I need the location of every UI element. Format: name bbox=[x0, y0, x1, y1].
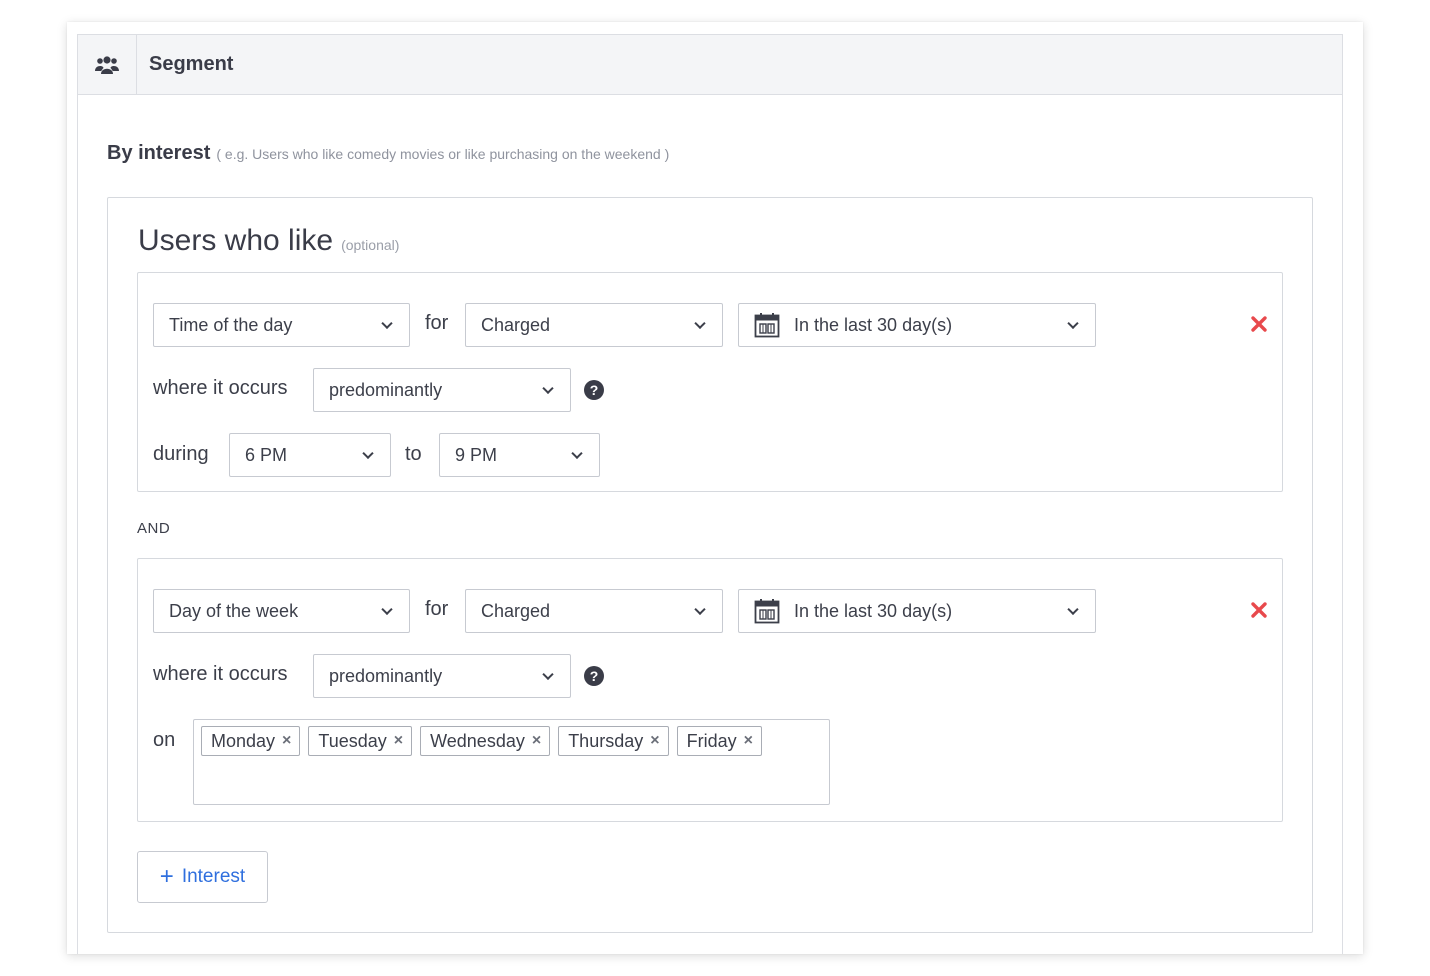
for-label: for bbox=[425, 598, 449, 620]
remove-rule-icon[interactable] bbox=[1250, 315, 1268, 333]
by-interest-label: By interest ( e.g. Users who like comedy… bbox=[107, 142, 669, 165]
during-label: during bbox=[153, 443, 209, 465]
for-label: for bbox=[425, 312, 449, 334]
occurrence-value: predominantly bbox=[329, 665, 443, 686]
date-range-select[interactable]: In the last 30 day(s) bbox=[738, 303, 1096, 347]
day-tag-label: Monday bbox=[211, 730, 276, 751]
date-range-value: In the last 30 day(s) bbox=[794, 314, 953, 335]
panel-title: Segment bbox=[149, 53, 234, 75]
and-label: AND bbox=[137, 520, 171, 537]
day-tag: Tuesday × bbox=[308, 726, 413, 756]
day-tag-label: Thursday bbox=[568, 730, 644, 751]
calendar-icon bbox=[754, 598, 780, 624]
interest-rule-1: Time of the day for Charged In the last … bbox=[137, 272, 1283, 492]
day-tag-label: Wednesday bbox=[430, 730, 525, 751]
users-who-like-text: Users who like bbox=[138, 224, 334, 257]
chevron-down-icon bbox=[694, 603, 706, 616]
remove-tag-icon[interactable]: × bbox=[532, 732, 541, 750]
time-from-value: 6 PM bbox=[245, 444, 288, 465]
day-tags: Monday × Tuesday × Wednesday × Thursday … bbox=[201, 726, 822, 756]
plus-icon: + bbox=[159, 863, 174, 890]
event-select[interactable]: Charged bbox=[465, 589, 723, 633]
attribute-value: Day of the week bbox=[169, 600, 299, 621]
occurrence-select[interactable]: predominantly bbox=[313, 654, 571, 698]
segment-card: Segment By interest ( e.g. Users who lik… bbox=[67, 22, 1363, 954]
users-who-like-title: Users who like (optional) bbox=[138, 224, 399, 258]
panel-header: Segment bbox=[78, 35, 1342, 95]
chevron-down-icon bbox=[542, 668, 554, 681]
date-range-value: In the last 30 day(s) bbox=[794, 600, 953, 621]
days-multiselect[interactable]: Monday × Tuesday × Wednesday × Thursday … bbox=[193, 719, 830, 805]
day-tag-label: Tuesday bbox=[318, 730, 387, 751]
where-occurs-label: where it occurs bbox=[153, 663, 288, 685]
chevron-down-icon bbox=[381, 603, 393, 616]
users-icon bbox=[95, 55, 119, 74]
day-tag: Friday × bbox=[676, 726, 762, 756]
chevron-down-icon bbox=[542, 382, 554, 395]
day-tag: Wednesday × bbox=[420, 726, 551, 756]
remove-tag-icon[interactable]: × bbox=[282, 732, 291, 750]
time-to-value: 9 PM bbox=[455, 444, 498, 465]
help-icon[interactable]: ? bbox=[584, 666, 604, 686]
day-tag: Monday × bbox=[201, 726, 301, 756]
event-value: Charged bbox=[481, 600, 551, 621]
occurrence-value: predominantly bbox=[329, 379, 443, 400]
event-select[interactable]: Charged bbox=[465, 303, 723, 347]
by-interest-title: By interest bbox=[107, 142, 211, 164]
chevron-down-icon bbox=[694, 317, 706, 330]
chevron-down-icon bbox=[1067, 603, 1079, 616]
add-interest-button[interactable]: + Interest bbox=[137, 851, 268, 903]
date-range-select[interactable]: In the last 30 day(s) bbox=[738, 589, 1096, 633]
interest-box: Users who like (optional) Time of the da… bbox=[107, 197, 1313, 933]
attribute-select[interactable]: Day of the week bbox=[153, 589, 410, 633]
by-interest-hint: ( e.g. Users who like comedy movies or l… bbox=[216, 146, 670, 162]
attribute-select[interactable]: Time of the day bbox=[153, 303, 410, 347]
chevron-down-icon bbox=[362, 447, 374, 460]
occurrence-select[interactable]: predominantly bbox=[313, 368, 571, 412]
day-tag-label: Friday bbox=[686, 730, 737, 751]
attribute-value: Time of the day bbox=[169, 314, 293, 335]
add-interest-label: Interest bbox=[181, 866, 246, 887]
header-icon-box bbox=[78, 35, 137, 94]
calendar-icon bbox=[754, 312, 780, 338]
segment-panel: Segment By interest ( e.g. Users who lik… bbox=[77, 34, 1343, 954]
event-value: Charged bbox=[481, 314, 551, 335]
remove-tag-icon[interactable]: × bbox=[744, 732, 753, 750]
remove-rule-icon[interactable] bbox=[1250, 601, 1268, 619]
where-occurs-label: where it occurs bbox=[153, 377, 288, 399]
chevron-down-icon bbox=[381, 317, 393, 330]
on-label: on bbox=[153, 729, 176, 751]
day-tag: Thursday × bbox=[558, 726, 669, 756]
to-label: to bbox=[405, 443, 422, 465]
optional-label: (optional) bbox=[341, 237, 400, 253]
remove-tag-icon[interactable]: × bbox=[650, 732, 659, 750]
chevron-down-icon bbox=[571, 447, 583, 460]
help-icon[interactable]: ? bbox=[584, 380, 604, 400]
chevron-down-icon bbox=[1067, 317, 1079, 330]
time-to-select[interactable]: 9 PM bbox=[439, 433, 600, 477]
time-from-select[interactable]: 6 PM bbox=[229, 433, 391, 477]
remove-tag-icon[interactable]: × bbox=[394, 732, 403, 750]
interest-rule-2: Day of the week for Charged In the last … bbox=[137, 558, 1283, 822]
